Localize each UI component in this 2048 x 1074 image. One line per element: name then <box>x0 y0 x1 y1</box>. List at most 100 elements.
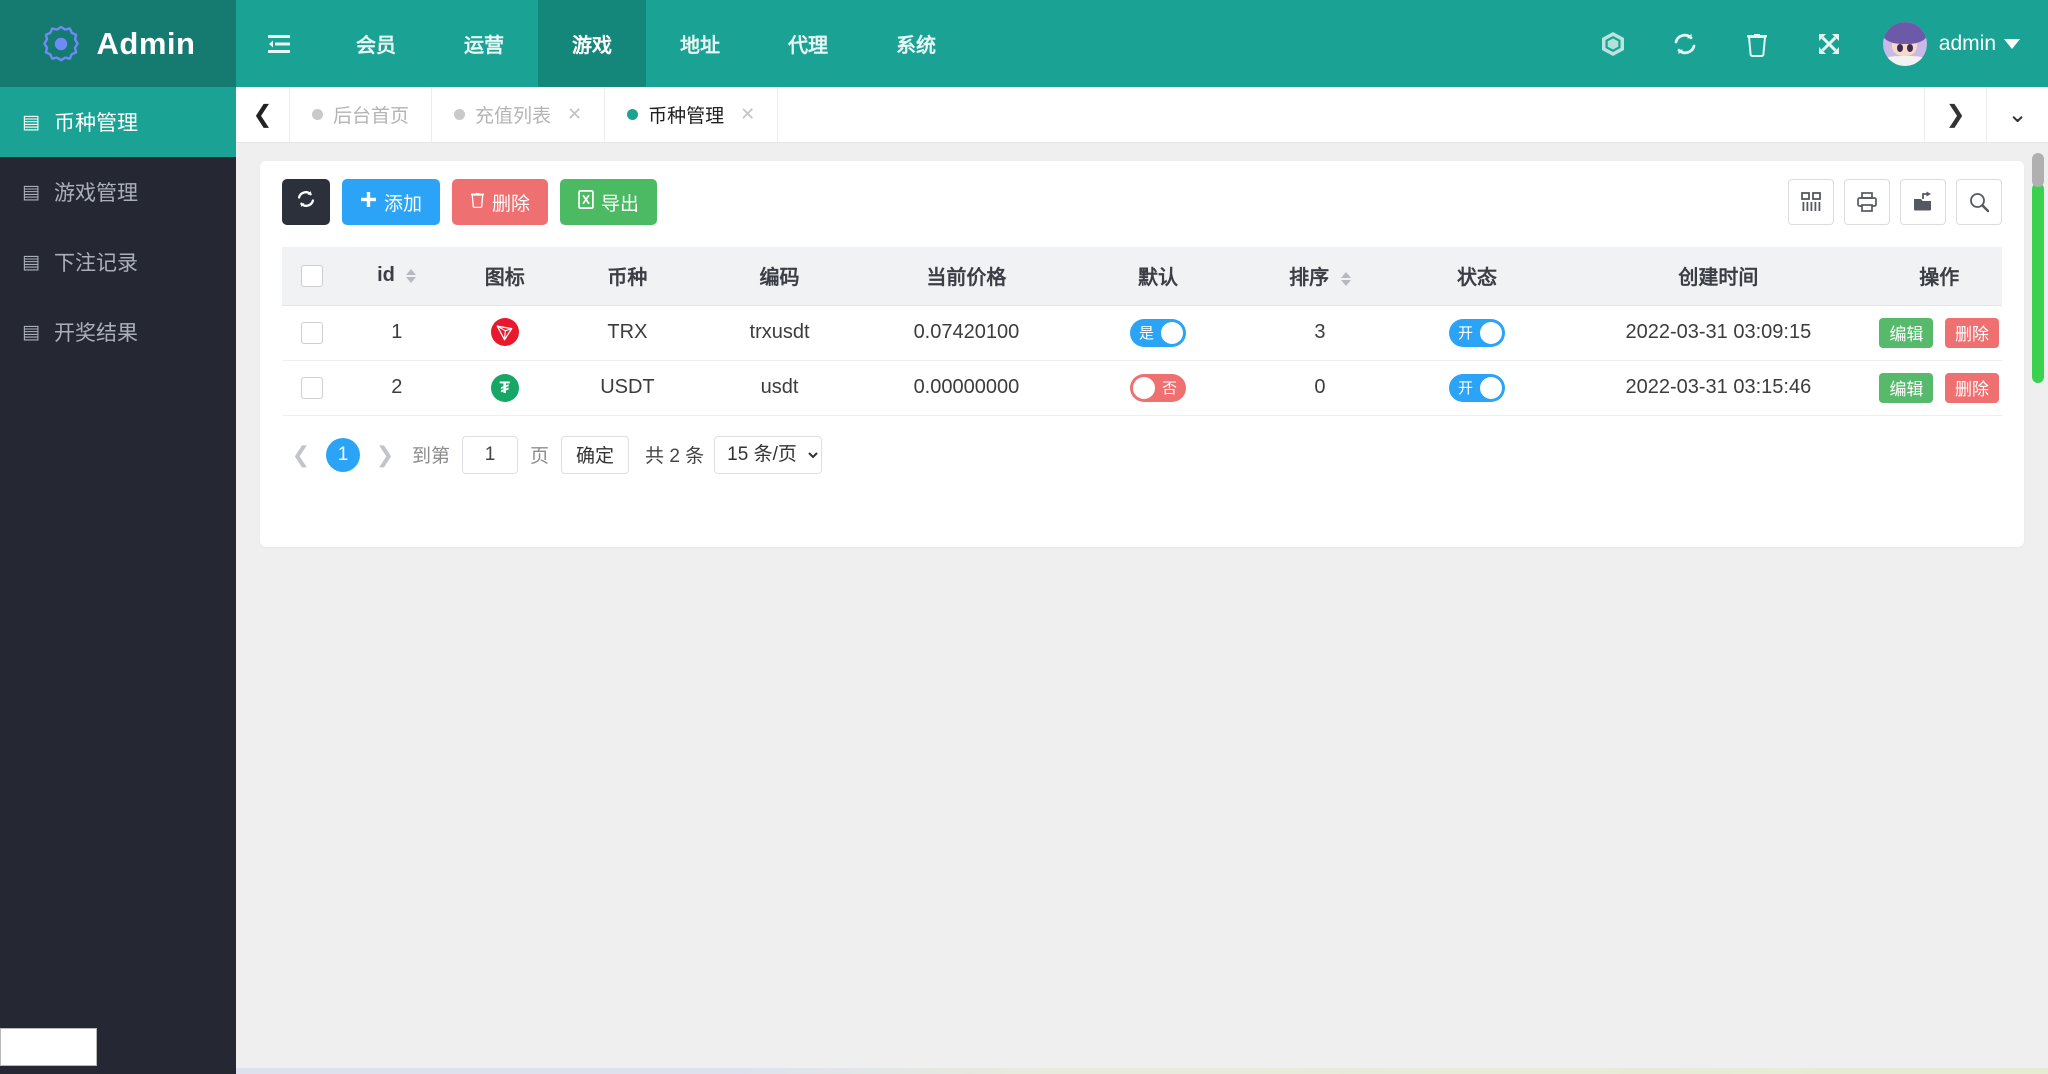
cell-coin: TRX <box>558 305 697 361</box>
scrollbar-thumb[interactable] <box>2032 153 2044 187</box>
edit-button[interactable]: 编辑 <box>1879 372 1934 403</box>
table-row[interactable]: 1 TRX trxusdt 0.07420100 是 3 开 2022-03-3… <box>282 305 2002 361</box>
th-sort[interactable]: 排序 <box>1246 247 1394 306</box>
row-checkbox[interactable] <box>301 376 324 399</box>
header-actions: admin <box>1577 0 2048 87</box>
excel-icon <box>578 189 594 215</box>
table-tool-icons <box>1788 179 2002 225</box>
default-toggle[interactable]: 是 <box>1130 318 1187 347</box>
tab-currency-management[interactable]: 币种管理 ✕ <box>605 87 779 142</box>
sidebar-item-currency-management[interactable]: ▤ 币种管理 <box>0 87 236 157</box>
next-page-button[interactable]: ❯ <box>370 438 400 472</box>
th-label: 状态 <box>1456 267 1497 290</box>
sidebar-item-label: 下注记录 <box>53 252 138 275</box>
close-icon[interactable]: ✕ <box>567 104 582 125</box>
th-label: 图标 <box>484 267 525 290</box>
nav-item-members[interactable]: 会员 <box>322 0 430 87</box>
goto-suffix-label: 页 <box>530 446 550 467</box>
toggle-knob <box>1133 376 1156 399</box>
sidebar-item-draw-results[interactable]: ▤ 开奖结果 <box>0 297 236 367</box>
sidebar-item-bet-records[interactable]: ▤ 下注记录 <box>0 227 236 297</box>
cell-status: 开 <box>1393 360 1561 416</box>
scrollbar-thumb-green[interactable] <box>2032 183 2044 383</box>
hamburger-icon[interactable] <box>236 0 322 87</box>
close-icon[interactable]: ✕ <box>740 104 755 125</box>
nav-label: 运营 <box>464 35 504 57</box>
th-coin: 币种 <box>558 247 697 306</box>
columns-icon[interactable] <box>1788 179 1834 225</box>
cell-sort: 3 <box>1246 305 1394 361</box>
tab-label: 后台首页 <box>333 106 410 127</box>
trash-icon <box>470 191 485 214</box>
th-id[interactable]: id <box>342 247 451 306</box>
export-button[interactable]: 导出 <box>560 179 658 225</box>
default-toggle[interactable]: 否 <box>1130 373 1187 402</box>
chevron-down-icon[interactable] <box>2004 38 2020 49</box>
toggle-knob <box>1479 376 1502 399</box>
logo-area[interactable]: Admin <box>0 0 236 87</box>
select-all-checkbox[interactable] <box>301 264 324 287</box>
nav-item-system[interactable]: 系统 <box>862 0 970 87</box>
nav-item-operations[interactable]: 运营 <box>430 0 538 87</box>
fullscreen-icon[interactable] <box>1793 0 1865 87</box>
page-number-1[interactable]: 1 <box>326 437 360 472</box>
currency-table-card: 添加 删除 导出 id 图标 币种 编码 当前价格 默认 排序 状态 创建时间 … <box>260 161 2024 547</box>
th-label: 默认 <box>1138 267 1179 290</box>
chevron-right-icon[interactable]: ❯ <box>1924 87 1986 142</box>
list-icon: ▤ <box>22 321 40 343</box>
goto-page-input[interactable] <box>462 435 519 474</box>
goto-prefix-label: 到第 <box>412 446 451 467</box>
th-label: 编码 <box>759 267 800 290</box>
status-toggle[interactable]: 开 <box>1448 373 1505 402</box>
row-checkbox[interactable] <box>301 321 324 344</box>
cell-coin: USDT <box>558 360 697 416</box>
cell-code: usdt <box>696 360 863 416</box>
main-nav: 会员 运营 游戏 地址 代理 系统 <box>236 0 970 87</box>
th-status: 状态 <box>1393 247 1561 306</box>
cube-icon[interactable] <box>1577 0 1649 87</box>
trash-icon[interactable] <box>1721 0 1793 87</box>
print-icon[interactable] <box>1844 179 1890 225</box>
export-folder-icon[interactable] <box>1900 179 1946 225</box>
table-row[interactable]: 2 ₮ USDT usdt 0.00000000 否 0 开 2022-03-3… <box>282 360 2002 416</box>
delete-row-button[interactable]: 删除 <box>1945 372 1999 403</box>
tab-scroll-region: 后台首页 充值列表 ✕ 币种管理 ✕ <box>290 87 1924 142</box>
confirm-page-button[interactable]: 确定 <box>561 435 630 474</box>
tab-status-dot <box>627 109 639 120</box>
tab-recharge-list[interactable]: 充值列表 ✕ <box>432 87 606 142</box>
th-label: 操作 <box>1919 267 1960 290</box>
top-header-bar: Admin 会员 运营 游戏 地址 代理 系统 admin <box>0 0 2048 87</box>
delete-button[interactable]: 删除 <box>452 179 549 225</box>
nav-label: 地址 <box>680 35 720 57</box>
tab-controls: ❯ ⌄ <box>1924 87 2048 142</box>
th-code: 编码 <box>696 247 863 306</box>
tab-dashboard[interactable]: 后台首页 <box>290 87 433 142</box>
toggle-label: 否 <box>1162 380 1178 397</box>
refresh-button[interactable] <box>282 179 330 225</box>
delete-row-button[interactable]: 删除 <box>1945 317 1999 348</box>
search-icon[interactable] <box>1956 179 2002 225</box>
avatar[interactable] <box>1882 21 1927 66</box>
edit-button[interactable]: 编辑 <box>1879 317 1934 348</box>
pagination: ❮ 1 ❯ 到第 页 确定 共 2 条 15 条/页 <box>282 435 2002 474</box>
nav-item-address[interactable]: 地址 <box>646 0 754 87</box>
nav-label: 代理 <box>788 35 828 57</box>
page-size-select[interactable]: 15 条/页 <box>714 435 823 474</box>
sidebar-item-game-management[interactable]: ▤ 游戏管理 <box>0 157 236 227</box>
nav-item-agent[interactable]: 代理 <box>754 0 862 87</box>
toggle-label: 开 <box>1457 380 1473 397</box>
cell-id: 1 <box>342 305 451 361</box>
add-button[interactable]: 添加 <box>342 179 441 225</box>
cell-select <box>282 360 343 416</box>
refresh-icon[interactable] <box>1649 0 1721 87</box>
prev-page-button[interactable]: ❮ <box>286 438 316 472</box>
trx-coin-icon <box>490 318 519 347</box>
vertical-scrollbar[interactable] <box>2032 153 2044 423</box>
add-button-label: 添加 <box>384 193 423 215</box>
nav-item-games[interactable]: 游戏 <box>538 0 646 87</box>
refresh-icon <box>296 189 316 215</box>
cell-price: 0.07420100 <box>862 305 1070 361</box>
status-toggle[interactable]: 开 <box>1448 318 1505 347</box>
chevron-left-icon[interactable]: ❮ <box>236 87 290 142</box>
chevron-down-icon[interactable]: ⌄ <box>1986 87 2048 142</box>
